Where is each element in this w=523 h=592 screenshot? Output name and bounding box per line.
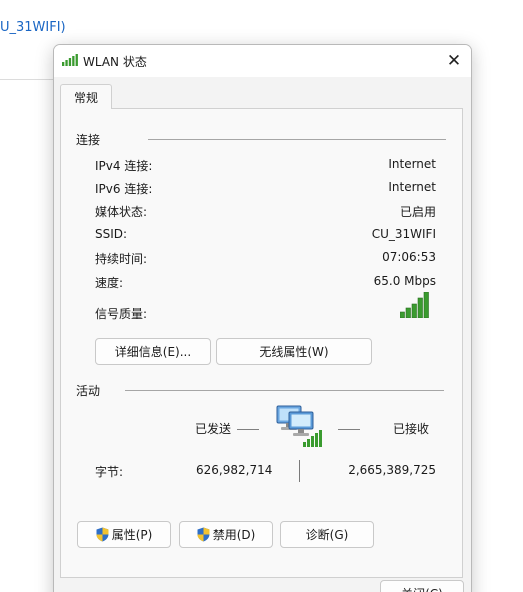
ssid-label: SSID: <box>95 227 128 241</box>
background-window-title: U_31WIFI) <box>0 20 66 35</box>
details-button[interactable]: 详细信息(E)... <box>95 338 211 365</box>
bytes-label: 字节: <box>95 465 124 479</box>
disable-button[interactable]: 禁用(D) <box>179 521 273 548</box>
speed-value: 65.0 Mbps <box>373 274 436 288</box>
activity-divider <box>125 390 444 391</box>
sent-label: 已发送 <box>195 422 232 436</box>
received-dash <box>338 429 360 430</box>
close-button[interactable]: 关闭(C) <box>380 580 464 592</box>
bytes-received-value: 2,665,389,725 <box>348 463 436 477</box>
diagnose-button[interactable]: 诊断(G) <box>280 521 374 548</box>
ipv4-value: Internet <box>388 157 436 171</box>
duration-value: 07:06:53 <box>382 250 436 264</box>
properties-button[interactable]: 属性(P) <box>77 521 171 548</box>
network-computers-icon <box>276 405 322 447</box>
signal-quality-label: 信号质量: <box>95 307 148 321</box>
speed-label: 速度: <box>95 276 124 290</box>
wlan-status-dialog: WLAN 状态 ✕ 常规 连接 IPv4 连接: Internet IPv6 连… <box>53 44 472 592</box>
connection-divider <box>148 139 446 140</box>
ssid-value: CU_31WIFI <box>371 227 436 241</box>
background-divider <box>0 79 54 80</box>
uac-shield-icon <box>96 527 109 542</box>
bytes-separator <box>299 460 300 482</box>
activity-heading: 活动 <box>76 384 101 398</box>
properties-button-label: 属性(P) <box>111 528 153 542</box>
wifi-signal-icon <box>62 54 78 66</box>
ipv6-label: IPv6 连接: <box>95 182 153 196</box>
dialog-title: WLAN 状态 <box>83 55 147 69</box>
bytes-sent-value: 626,982,714 <box>196 463 273 477</box>
disable-button-label: 禁用(D) <box>212 528 256 542</box>
ipv4-label: IPv4 连接: <box>95 159 153 173</box>
close-icon[interactable]: ✕ <box>437 45 471 77</box>
sent-dash <box>237 429 259 430</box>
received-label: 已接收 <box>393 422 430 436</box>
tab-general[interactable]: 常规 <box>60 84 112 109</box>
duration-label: 持续时间: <box>95 252 148 266</box>
signal-strength-icon <box>400 292 429 318</box>
connection-heading: 连接 <box>76 133 101 147</box>
ipv6-value: Internet <box>388 180 436 194</box>
media-state-value: 已启用 <box>399 205 436 219</box>
media-state-label: 媒体状态: <box>95 205 148 219</box>
title-bar[interactable]: WLAN 状态 ✕ <box>54 45 471 77</box>
general-panel: 连接 IPv4 连接: Internet IPv6 连接: Internet 媒… <box>60 108 463 578</box>
uac-shield-icon <box>197 527 210 542</box>
wireless-properties-button[interactable]: 无线属性(W) <box>216 338 372 365</box>
